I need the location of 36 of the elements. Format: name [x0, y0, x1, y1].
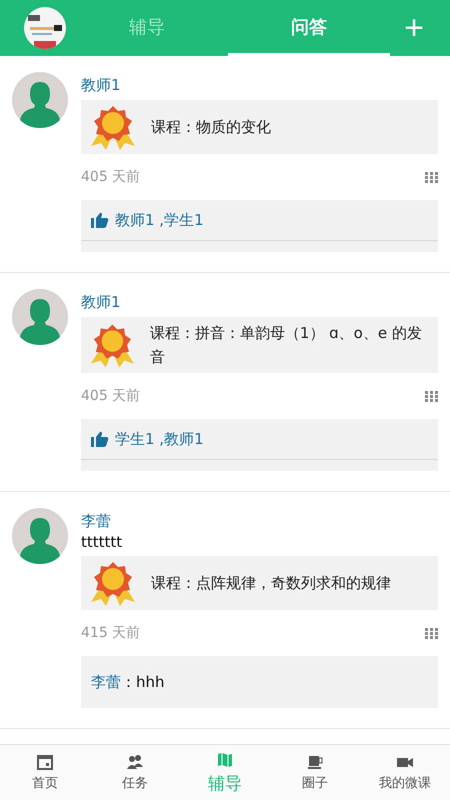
medal-icon: [89, 322, 136, 368]
post-time: 405 天前: [81, 168, 140, 186]
thumbs-up-icon: [91, 431, 109, 447]
avatar: [12, 289, 68, 345]
author-name[interactable]: 教师1: [81, 74, 438, 96]
more-icon[interactable]: [425, 172, 438, 182]
author-name[interactable]: 教师1: [81, 291, 438, 313]
course-title: 课程：点阵规律，奇数列求和的规律: [151, 573, 391, 594]
nav-item[interactable]: 我的微课: [360, 745, 450, 800]
author-name[interactable]: 李蕾: [81, 510, 438, 532]
post-text: ttttttt: [81, 532, 124, 552]
thumbs-up-icon: [91, 212, 109, 228]
avatar: [12, 508, 68, 564]
map-icon: [216, 750, 234, 768]
nav-item[interactable]: 圈子: [270, 745, 360, 800]
medal-icon: [89, 560, 137, 606]
comment-text: ：hhh: [121, 672, 165, 692]
course-card[interactable]: 课程：点阵规律，奇数列求和的规律: [81, 556, 438, 610]
post-time: 415 天前: [81, 624, 140, 642]
medal-icon: [89, 104, 137, 150]
course-title: 课程：物质的变化: [151, 117, 271, 138]
nav-item[interactable]: 首页: [0, 745, 90, 800]
course-card[interactable]: 课程：物质的变化: [81, 100, 438, 154]
course-title: 课程：拼音：单韵母（1） ɑ、o、e 的发音: [150, 323, 423, 368]
more-icon[interactable]: [425, 390, 438, 402]
nav-item[interactable]: 任务: [90, 745, 180, 800]
calendar-icon: [36, 753, 54, 771]
comment-author[interactable]: 李蕾: [91, 672, 121, 692]
liker-names: 教师1 ,学生1: [115, 210, 204, 230]
more-icon[interactable]: [425, 628, 438, 638]
cup-icon: [306, 753, 324, 771]
people-icon: [126, 753, 144, 771]
post-time: 405 天前: [81, 387, 140, 405]
liker-names: 学生1 ,教师1: [115, 430, 204, 448]
course-card[interactable]: 课程：拼音：单韵母（1） ɑ、o、e 的发音: [81, 317, 438, 373]
avatar: [12, 72, 68, 128]
